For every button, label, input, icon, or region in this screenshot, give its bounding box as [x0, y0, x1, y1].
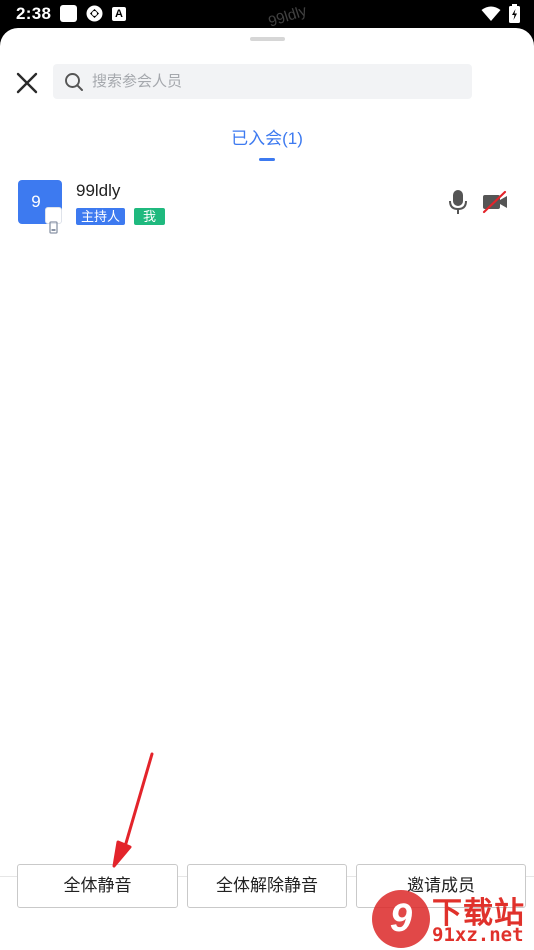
search-input[interactable] [92, 64, 462, 99]
search-icon [65, 73, 83, 91]
camera-toggle-button[interactable] [481, 190, 509, 214]
device-badge [45, 207, 62, 234]
participant-name: 99ldly [76, 181, 121, 200]
wifi-icon [481, 6, 501, 21]
me-tag: 我 [134, 208, 166, 225]
search-box[interactable] [53, 64, 472, 99]
tab-active-indicator [259, 158, 275, 161]
watermark-text: 99ldly [266, 2, 309, 31]
tab-joined[interactable]: 已入会(1) [0, 124, 534, 149]
participants-sheet: 已入会(1) 9 99ldly 主持人 我 [0, 28, 534, 950]
participant-row[interactable]: 9 99ldly 主持人 我 [0, 178, 534, 234]
mic-toggle-button[interactable] [447, 189, 469, 215]
screen: 2:38 A 99ldly 搜索参会人员 已入会(1) 9 99ldly 主持人… [0, 0, 534, 950]
avatar: 9 [18, 180, 62, 234]
drag-handle[interactable] [250, 37, 285, 41]
microphone-icon [449, 190, 467, 214]
host-tag: 主持人 [76, 208, 126, 225]
camera-off-icon [482, 190, 507, 214]
invite-members-button[interactable]: 邀请成员 [356, 864, 526, 908]
phone-device-icon [49, 221, 58, 234]
battery-charging-icon [509, 4, 520, 23]
status-bar: 2:38 A 99ldly [0, 0, 534, 31]
close-button[interactable] [12, 68, 42, 98]
status-system-icons [481, 4, 520, 23]
mute-all-button[interactable]: 全体静音 [17, 864, 178, 908]
a-notification-icon: A [112, 6, 126, 21]
app-notification-icon [60, 5, 77, 22]
sync-notification-icon [86, 5, 103, 22]
close-icon [16, 72, 38, 94]
status-notification-icons: A [60, 5, 126, 22]
unmute-all-button[interactable]: 全体解除静音 [187, 864, 347, 908]
status-time: 2:38 [16, 4, 52, 23]
